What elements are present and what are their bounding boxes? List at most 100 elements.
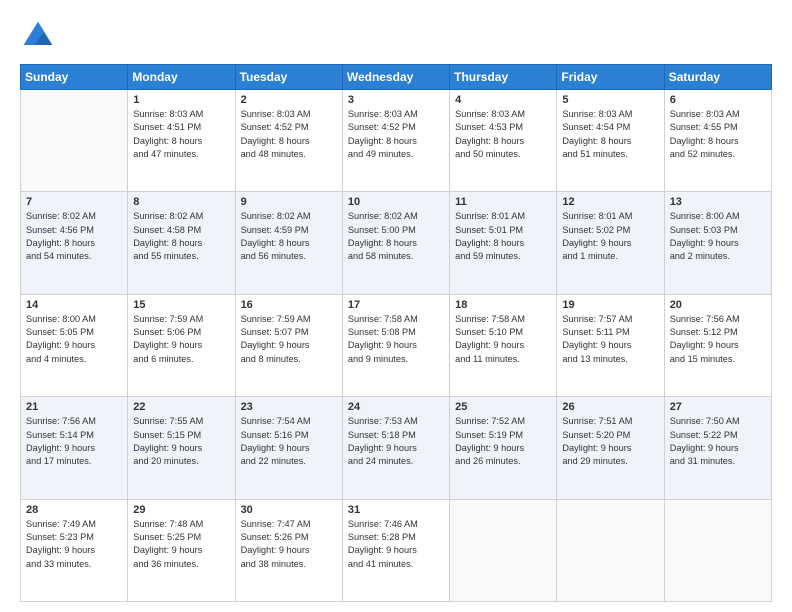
calendar-cell: 18 Sunrise: 7:58 AMSunset: 5:10 PMDayligh… xyxy=(450,294,557,396)
day-number: 27 xyxy=(670,401,766,413)
calendar-cell: 27 Sunrise: 7:50 AMSunset: 5:22 PMDayligh… xyxy=(664,397,771,499)
day-number: 25 xyxy=(455,401,551,413)
calendar-cell: 6 Sunrise: 8:03 AMSunset: 4:55 PMDaylight… xyxy=(664,90,771,192)
day-info: Sunrise: 7:53 AMSunset: 5:18 PMDaylight:… xyxy=(348,415,444,468)
day-info: Sunrise: 8:00 AMSunset: 5:03 PMDaylight:… xyxy=(670,210,766,263)
day-number: 14 xyxy=(26,299,122,311)
logo-icon xyxy=(20,18,56,54)
weekday-wednesday: Wednesday xyxy=(342,65,449,90)
header xyxy=(20,18,772,54)
calendar-cell: 29 Sunrise: 7:48 AMSunset: 5:25 PMDayligh… xyxy=(128,499,235,601)
day-number: 10 xyxy=(348,196,444,208)
day-info: Sunrise: 7:51 AMSunset: 5:20 PMDaylight:… xyxy=(562,415,658,468)
day-info: Sunrise: 7:48 AMSunset: 5:25 PMDaylight:… xyxy=(133,518,229,571)
day-info: Sunrise: 7:59 AMSunset: 5:07 PMDaylight:… xyxy=(241,313,337,366)
calendar-cell: 12 Sunrise: 8:01 AMSunset: 5:02 PMDayligh… xyxy=(557,192,664,294)
calendar-cell: 9Sunrise: 8:02 AMSunset: 4:59 PMDaylight… xyxy=(235,192,342,294)
day-info: Sunrise: 8:02 AMSunset: 4:58 PMDaylight:… xyxy=(133,210,229,263)
day-number: 9 xyxy=(241,196,337,208)
calendar-cell: 15Sunrise: 7:59 AMSunset: 5:06 PMDayligh… xyxy=(128,294,235,396)
day-info: Sunrise: 8:03 AMSunset: 4:53 PMDaylight:… xyxy=(455,108,551,161)
day-info: Sunrise: 8:03 AMSunset: 4:55 PMDaylight:… xyxy=(670,108,766,161)
day-info: Sunrise: 8:01 AMSunset: 5:02 PMDaylight:… xyxy=(562,210,658,263)
calendar-cell: 3 Sunrise: 8:03 AMSunset: 4:52 PMDaylight… xyxy=(342,90,449,192)
calendar-cell: 23 Sunrise: 7:54 AMSunset: 5:16 PMDayligh… xyxy=(235,397,342,499)
weekday-header-row: SundayMondayTuesdayWednesdayThursdayFrid… xyxy=(21,65,772,90)
day-info: Sunrise: 8:03 AMSunset: 4:54 PMDaylight:… xyxy=(562,108,658,161)
day-number: 1 xyxy=(133,94,229,106)
calendar-week-2: 7 Sunrise: 8:02 AMSunset: 4:56 PMDaylight… xyxy=(21,192,772,294)
calendar-cell: 17 Sunrise: 7:58 AMSunset: 5:08 PMDayligh… xyxy=(342,294,449,396)
day-info: Sunrise: 7:58 AMSunset: 5:10 PMDaylight:… xyxy=(455,313,551,366)
calendar-week-1: 1 Sunrise: 8:03 AMSunset: 4:51 PMDaylight… xyxy=(21,90,772,192)
calendar-cell: 24 Sunrise: 7:53 AMSunset: 5:18 PMDayligh… xyxy=(342,397,449,499)
calendar-cell: 30 Sunrise: 7:47 AMSunset: 5:26 PMDayligh… xyxy=(235,499,342,601)
calendar-cell: 8 Sunrise: 8:02 AMSunset: 4:58 PMDaylight… xyxy=(128,192,235,294)
calendar-cell: 20Sunrise: 7:56 AMSunset: 5:12 PMDayligh… xyxy=(664,294,771,396)
calendar-cell: 7 Sunrise: 8:02 AMSunset: 4:56 PMDaylight… xyxy=(21,192,128,294)
calendar-week-5: 28 Sunrise: 7:49 AMSunset: 5:23 PMDayligh… xyxy=(21,499,772,601)
calendar-cell: 22 Sunrise: 7:55 AMSunset: 5:15 PMDayligh… xyxy=(128,397,235,499)
day-number: 23 xyxy=(241,401,337,413)
calendar-cell xyxy=(450,499,557,601)
day-number: 13 xyxy=(670,196,766,208)
day-number: 29 xyxy=(133,504,229,516)
day-info: Sunrise: 7:49 AMSunset: 5:23 PMDaylight:… xyxy=(26,518,122,571)
day-info: Sunrise: 8:01 AMSunset: 5:01 PMDaylight:… xyxy=(455,210,551,263)
calendar-cell: 31 Sunrise: 7:46 AMSunset: 5:28 PMDayligh… xyxy=(342,499,449,601)
day-number: 20 xyxy=(670,299,766,311)
calendar-cell: 10Sunrise: 8:02 AMSunset: 5:00 PMDayligh… xyxy=(342,192,449,294)
day-info: Sunrise: 7:46 AMSunset: 5:28 PMDaylight:… xyxy=(348,518,444,571)
day-info: Sunrise: 7:47 AMSunset: 5:26 PMDaylight:… xyxy=(241,518,337,571)
day-number: 26 xyxy=(562,401,658,413)
calendar-cell: 16Sunrise: 7:59 AMSunset: 5:07 PMDayligh… xyxy=(235,294,342,396)
day-number: 3 xyxy=(348,94,444,106)
day-info: Sunrise: 7:52 AMSunset: 5:19 PMDaylight:… xyxy=(455,415,551,468)
day-number: 11 xyxy=(455,196,551,208)
day-info: Sunrise: 7:58 AMSunset: 5:08 PMDaylight:… xyxy=(348,313,444,366)
logo xyxy=(20,18,60,54)
weekday-saturday: Saturday xyxy=(664,65,771,90)
calendar-cell xyxy=(21,90,128,192)
calendar-week-4: 21 Sunrise: 7:56 AMSunset: 5:14 PMDayligh… xyxy=(21,397,772,499)
day-number: 30 xyxy=(241,504,337,516)
day-number: 31 xyxy=(348,504,444,516)
day-info: Sunrise: 7:59 AMSunset: 5:06 PMDaylight:… xyxy=(133,313,229,366)
weekday-sunday: Sunday xyxy=(21,65,128,90)
day-number: 24 xyxy=(348,401,444,413)
day-number: 12 xyxy=(562,196,658,208)
day-number: 5 xyxy=(562,94,658,106)
day-info: Sunrise: 7:57 AMSunset: 5:11 PMDaylight:… xyxy=(562,313,658,366)
calendar-cell: 25 Sunrise: 7:52 AMSunset: 5:19 PMDayligh… xyxy=(450,397,557,499)
day-info: Sunrise: 7:56 AMSunset: 5:14 PMDaylight:… xyxy=(26,415,122,468)
day-number: 18 xyxy=(455,299,551,311)
calendar-cell: 5 Sunrise: 8:03 AMSunset: 4:54 PMDaylight… xyxy=(557,90,664,192)
day-info: Sunrise: 8:03 AMSunset: 4:52 PMDaylight:… xyxy=(241,108,337,161)
calendar-table: SundayMondayTuesdayWednesdayThursdayFrid… xyxy=(20,64,772,602)
calendar-cell: 19Sunrise: 7:57 AMSunset: 5:11 PMDayligh… xyxy=(557,294,664,396)
calendar-cell xyxy=(557,499,664,601)
calendar-week-3: 14 Sunrise: 8:00 AMSunset: 5:05 PMDayligh… xyxy=(21,294,772,396)
day-info: Sunrise: 8:02 AMSunset: 4:56 PMDaylight:… xyxy=(26,210,122,263)
day-number: 2 xyxy=(241,94,337,106)
calendar-cell: 4Sunrise: 8:03 AMSunset: 4:53 PMDaylight… xyxy=(450,90,557,192)
weekday-thursday: Thursday xyxy=(450,65,557,90)
day-info: Sunrise: 8:03 AMSunset: 4:51 PMDaylight:… xyxy=(133,108,229,161)
calendar-cell: 26 Sunrise: 7:51 AMSunset: 5:20 PMDayligh… xyxy=(557,397,664,499)
day-info: Sunrise: 8:03 AMSunset: 4:52 PMDaylight:… xyxy=(348,108,444,161)
day-number: 6 xyxy=(670,94,766,106)
calendar-cell: 28 Sunrise: 7:49 AMSunset: 5:23 PMDayligh… xyxy=(21,499,128,601)
day-number: 21 xyxy=(26,401,122,413)
day-info: Sunrise: 7:55 AMSunset: 5:15 PMDaylight:… xyxy=(133,415,229,468)
day-number: 8 xyxy=(133,196,229,208)
weekday-tuesday: Tuesday xyxy=(235,65,342,90)
day-info: Sunrise: 7:50 AMSunset: 5:22 PMDaylight:… xyxy=(670,415,766,468)
day-number: 17 xyxy=(348,299,444,311)
page: SundayMondayTuesdayWednesdayThursdayFrid… xyxy=(0,0,792,612)
calendar-cell xyxy=(664,499,771,601)
day-info: Sunrise: 8:00 AMSunset: 5:05 PMDaylight:… xyxy=(26,313,122,366)
day-number: 7 xyxy=(26,196,122,208)
day-number: 22 xyxy=(133,401,229,413)
day-number: 28 xyxy=(26,504,122,516)
day-info: Sunrise: 7:54 AMSunset: 5:16 PMDaylight:… xyxy=(241,415,337,468)
